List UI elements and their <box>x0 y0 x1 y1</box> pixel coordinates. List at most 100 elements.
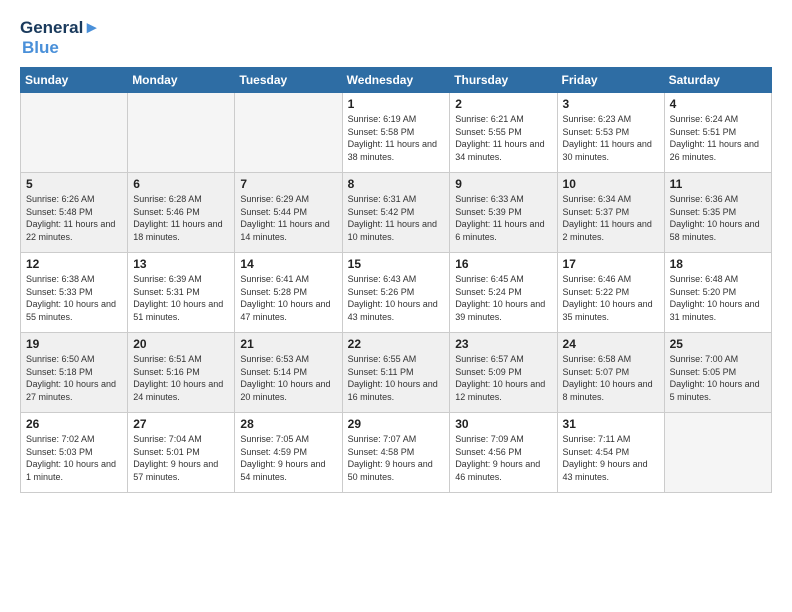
day-number: 21 <box>240 337 336 351</box>
day-number: 29 <box>348 417 445 431</box>
header: General► Blue <box>20 18 772 57</box>
calendar-cell: 27 Sunrise: 7:04 AM Sunset: 5:01 PM Dayli… <box>128 413 235 493</box>
weekday-header: Thursday <box>450 68 557 93</box>
day-info: Sunrise: 7:02 AM Sunset: 5:03 PM Dayligh… <box>26 433 122 483</box>
calendar-cell: 15 Sunrise: 6:43 AM Sunset: 5:26 PM Dayli… <box>342 253 450 333</box>
day-number: 19 <box>26 337 122 351</box>
day-number: 4 <box>670 97 766 111</box>
day-number: 22 <box>348 337 445 351</box>
day-number: 16 <box>455 257 551 271</box>
logo-text: General► <box>20 18 100 38</box>
weekday-header: Wednesday <box>342 68 450 93</box>
day-info: Sunrise: 6:23 AM Sunset: 5:53 PM Dayligh… <box>563 113 659 163</box>
calendar-cell: 25 Sunrise: 7:00 AM Sunset: 5:05 PM Dayli… <box>664 333 771 413</box>
day-number: 25 <box>670 337 766 351</box>
day-number: 6 <box>133 177 229 191</box>
calendar-cell: 31 Sunrise: 7:11 AM Sunset: 4:54 PM Dayli… <box>557 413 664 493</box>
calendar-week-row: 12Sunrise: 6:38 AM Sunset: 5:33 PM Dayli… <box>21 253 772 333</box>
calendar-cell: 29Sunrise: 7:07 AM Sunset: 4:58 PM Dayli… <box>342 413 450 493</box>
logo: General► Blue <box>20 18 100 57</box>
weekday-header: Sunday <box>21 68 128 93</box>
calendar-cell: 23Sunrise: 6:57 AM Sunset: 5:09 PM Dayli… <box>450 333 557 413</box>
calendar-cell: 16 Sunrise: 6:45 AM Sunset: 5:24 PM Dayli… <box>450 253 557 333</box>
calendar-cell: 11 Sunrise: 6:36 AM Sunset: 5:35 PM Dayli… <box>664 173 771 253</box>
calendar-cell: 30 Sunrise: 7:09 AM Sunset: 4:56 PM Dayli… <box>450 413 557 493</box>
weekday-header: Tuesday <box>235 68 342 93</box>
day-number: 10 <box>563 177 659 191</box>
calendar-cell: 17Sunrise: 6:46 AM Sunset: 5:22 PM Dayli… <box>557 253 664 333</box>
calendar-cell <box>235 93 342 173</box>
day-info: Sunrise: 6:48 AM Sunset: 5:20 PM Dayligh… <box>670 273 766 323</box>
day-number: 30 <box>455 417 551 431</box>
calendar-cell: 13Sunrise: 6:39 AM Sunset: 5:31 PM Dayli… <box>128 253 235 333</box>
day-number: 8 <box>348 177 445 191</box>
calendar-cell: 24 Sunrise: 6:58 AM Sunset: 5:07 PM Dayli… <box>557 333 664 413</box>
day-number: 15 <box>348 257 445 271</box>
calendar-week-row: 5Sunrise: 6:26 AM Sunset: 5:48 PM Daylig… <box>21 173 772 253</box>
day-info: Sunrise: 6:31 AM Sunset: 5:42 PM Dayligh… <box>348 193 445 243</box>
logo-blue: Blue <box>22 38 100 58</box>
calendar-cell <box>128 93 235 173</box>
day-number: 1 <box>348 97 445 111</box>
weekday-header: Monday <box>128 68 235 93</box>
calendar-cell: 14 Sunrise: 6:41 AM Sunset: 5:28 PM Dayli… <box>235 253 342 333</box>
day-info: Sunrise: 6:21 AM Sunset: 5:55 PM Dayligh… <box>455 113 551 163</box>
calendar-cell: 21 Sunrise: 6:53 AM Sunset: 5:14 PM Dayli… <box>235 333 342 413</box>
day-number: 11 <box>670 177 766 191</box>
calendar-cell: 20Sunrise: 6:51 AM Sunset: 5:16 PM Dayli… <box>128 333 235 413</box>
day-number: 20 <box>133 337 229 351</box>
day-number: 31 <box>563 417 659 431</box>
calendar-cell: 18 Sunrise: 6:48 AM Sunset: 5:20 PM Dayli… <box>664 253 771 333</box>
calendar-week-row: 19Sunrise: 6:50 AM Sunset: 5:18 PM Dayli… <box>21 333 772 413</box>
day-info: Sunrise: 6:39 AM Sunset: 5:31 PM Dayligh… <box>133 273 229 323</box>
day-info: Sunrise: 6:53 AM Sunset: 5:14 PM Dayligh… <box>240 353 336 403</box>
calendar-cell <box>21 93 128 173</box>
day-number: 18 <box>670 257 766 271</box>
calendar-cell: 26 Sunrise: 7:02 AM Sunset: 5:03 PM Dayli… <box>21 413 128 493</box>
calendar-cell: 2 Sunrise: 6:21 AM Sunset: 5:55 PM Daylig… <box>450 93 557 173</box>
day-info: Sunrise: 6:24 AM Sunset: 5:51 PM Dayligh… <box>670 113 766 163</box>
day-info: Sunrise: 6:46 AM Sunset: 5:22 PM Dayligh… <box>563 273 659 323</box>
day-info: Sunrise: 6:28 AM Sunset: 5:46 PM Dayligh… <box>133 193 229 243</box>
calendar-cell: 19Sunrise: 6:50 AM Sunset: 5:18 PM Dayli… <box>21 333 128 413</box>
calendar-cell: 6 Sunrise: 6:28 AM Sunset: 5:46 PM Daylig… <box>128 173 235 253</box>
day-info: Sunrise: 6:34 AM Sunset: 5:37 PM Dayligh… <box>563 193 659 243</box>
day-info: Sunrise: 7:04 AM Sunset: 5:01 PM Dayligh… <box>133 433 229 483</box>
day-info: Sunrise: 6:58 AM Sunset: 5:07 PM Dayligh… <box>563 353 659 403</box>
calendar-week-row: 26 Sunrise: 7:02 AM Sunset: 5:03 PM Dayli… <box>21 413 772 493</box>
calendar-cell: 5Sunrise: 6:26 AM Sunset: 5:48 PM Daylig… <box>21 173 128 253</box>
day-info: Sunrise: 6:26 AM Sunset: 5:48 PM Dayligh… <box>26 193 122 243</box>
day-info: Sunrise: 6:45 AM Sunset: 5:24 PM Dayligh… <box>455 273 551 323</box>
calendar-cell: 10 Sunrise: 6:34 AM Sunset: 5:37 PM Dayli… <box>557 173 664 253</box>
day-info: Sunrise: 7:05 AM Sunset: 4:59 PM Dayligh… <box>240 433 336 483</box>
day-info: Sunrise: 6:33 AM Sunset: 5:39 PM Dayligh… <box>455 193 551 243</box>
calendar: SundayMondayTuesdayWednesdayThursdayFrid… <box>20 67 772 493</box>
calendar-cell: 1Sunrise: 6:19 AM Sunset: 5:58 PM Daylig… <box>342 93 450 173</box>
day-info: Sunrise: 6:41 AM Sunset: 5:28 PM Dayligh… <box>240 273 336 323</box>
calendar-cell: 22 Sunrise: 6:55 AM Sunset: 5:11 PM Dayli… <box>342 333 450 413</box>
calendar-cell: 28Sunrise: 7:05 AM Sunset: 4:59 PM Dayli… <box>235 413 342 493</box>
calendar-cell: 9 Sunrise: 6:33 AM Sunset: 5:39 PM Daylig… <box>450 173 557 253</box>
day-info: Sunrise: 6:38 AM Sunset: 5:33 PM Dayligh… <box>26 273 122 323</box>
day-number: 2 <box>455 97 551 111</box>
day-info: Sunrise: 7:00 AM Sunset: 5:05 PM Dayligh… <box>670 353 766 403</box>
day-info: Sunrise: 6:36 AM Sunset: 5:35 PM Dayligh… <box>670 193 766 243</box>
calendar-cell: 7Sunrise: 6:29 AM Sunset: 5:44 PM Daylig… <box>235 173 342 253</box>
day-number: 24 <box>563 337 659 351</box>
calendar-cell: 3 Sunrise: 6:23 AM Sunset: 5:53 PM Daylig… <box>557 93 664 173</box>
day-number: 27 <box>133 417 229 431</box>
day-info: Sunrise: 6:57 AM Sunset: 5:09 PM Dayligh… <box>455 353 551 403</box>
day-number: 3 <box>563 97 659 111</box>
day-info: Sunrise: 7:11 AM Sunset: 4:54 PM Dayligh… <box>563 433 659 483</box>
day-info: Sunrise: 6:43 AM Sunset: 5:26 PM Dayligh… <box>348 273 445 323</box>
day-number: 14 <box>240 257 336 271</box>
calendar-week-row: 1Sunrise: 6:19 AM Sunset: 5:58 PM Daylig… <box>21 93 772 173</box>
page: General► Blue SundayMondayTuesdayWednesd… <box>0 0 792 612</box>
day-info: Sunrise: 6:55 AM Sunset: 5:11 PM Dayligh… <box>348 353 445 403</box>
day-number: 26 <box>26 417 122 431</box>
day-number: 9 <box>455 177 551 191</box>
day-info: Sunrise: 7:09 AM Sunset: 4:56 PM Dayligh… <box>455 433 551 483</box>
day-info: Sunrise: 6:29 AM Sunset: 5:44 PM Dayligh… <box>240 193 336 243</box>
calendar-cell: 12Sunrise: 6:38 AM Sunset: 5:33 PM Dayli… <box>21 253 128 333</box>
weekday-header: Saturday <box>664 68 771 93</box>
